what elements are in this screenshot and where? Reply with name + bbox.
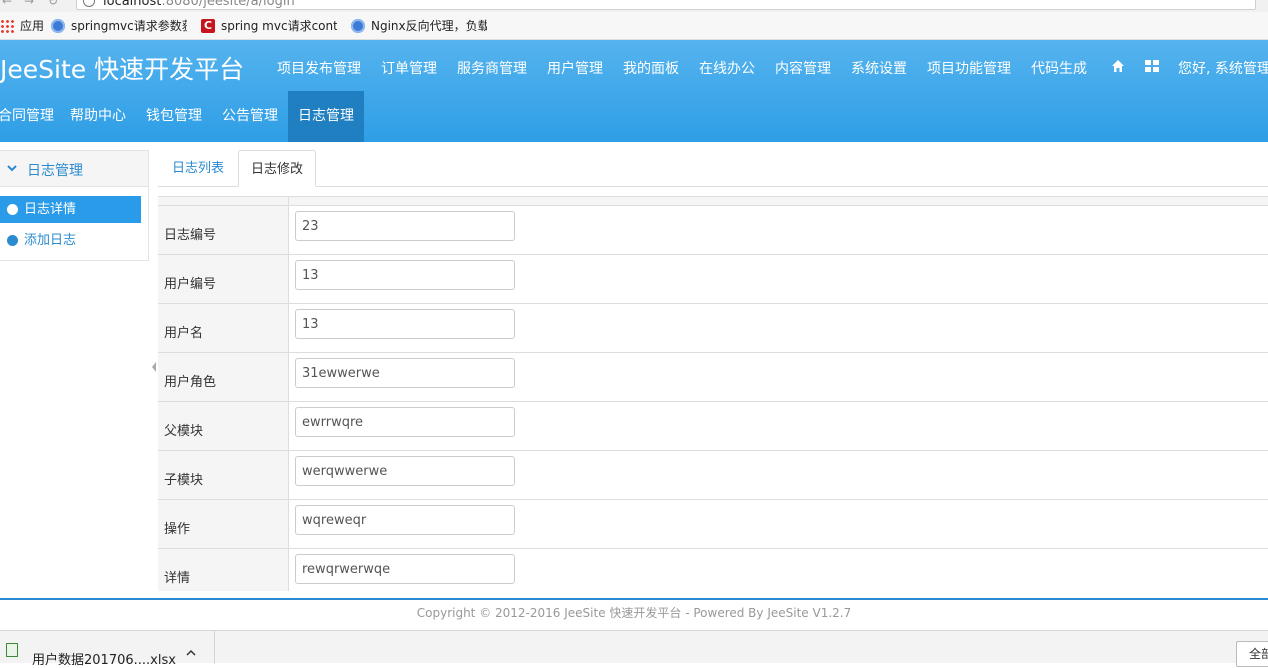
form-row-detail: 详情 — [158, 549, 1268, 591]
form-label: 用户名 — [164, 326, 204, 341]
forward-icon[interactable]: → — [24, 0, 34, 8]
form-label: 操作 — [164, 522, 191, 537]
subnav-item-contracts[interactable]: 合同管理 — [0, 91, 54, 142]
form-row-username: 用户名 — [158, 304, 1268, 353]
form-label-cell — [158, 197, 289, 205]
detail-input[interactable] — [295, 554, 515, 584]
bookmark-label: spring mvc请求contr — [221, 19, 337, 33]
nav-item-project-features[interactable]: 项目功能管理 — [927, 58, 1011, 80]
subnav-item-help[interactable]: 帮助中心 — [70, 91, 126, 142]
log-form: 日志编号 用户编号 用户名 用户角色 父模块 子模块 操作 详情 — [158, 196, 1268, 591]
bookmark-spring-mvc[interactable]: C spring mvc请求contr — [201, 12, 337, 40]
download-filename[interactable]: 用户数据201706....xlsx — [32, 649, 176, 668]
parent-module-input[interactable] — [295, 407, 515, 437]
chevron-down-icon — [7, 165, 17, 172]
nav-item-providers[interactable]: 服务商管理 — [457, 58, 527, 80]
user-greeting[interactable]: 您好, 系统管理 — [1178, 58, 1268, 78]
form-label-cell: 用户名 — [158, 304, 289, 352]
subnav-item-announcements[interactable]: 公告管理 — [222, 91, 278, 142]
back-icon[interactable]: ← — [2, 0, 12, 8]
excel-file-icon[interactable] — [6, 643, 18, 657]
form-label-cell: 详情 — [158, 549, 289, 591]
nav-item-codegen[interactable]: 代码生成 — [1031, 58, 1087, 80]
form-row-log-id: 日志编号 — [158, 206, 1268, 255]
nav-item-orders[interactable]: 订单管理 — [381, 58, 437, 80]
grid-icon[interactable] — [1145, 60, 1159, 72]
subnav-item-logs[interactable]: 日志管理 — [298, 91, 354, 142]
subnav-item-wallet[interactable]: 钱包管理 — [146, 91, 202, 142]
nav-item-project-release[interactable]: 项目发布管理 — [277, 58, 361, 80]
download-bar: 用户数据201706....xlsx 全部 — [0, 630, 1268, 668]
app-header: JeeSite 快速开发平台 项目发布管理 订单管理 服务商管理 用户管理 我的… — [0, 40, 1268, 142]
circle-arrow-right-icon — [7, 235, 18, 246]
operation-input[interactable] — [295, 505, 515, 535]
sidebar-title: 日志管理 — [27, 163, 83, 179]
sidebar-header[interactable]: 日志管理 — [0, 151, 148, 187]
sub-module-input[interactable] — [295, 456, 515, 486]
bookmark-label: Nginx反向代理，负载 — [371, 19, 487, 33]
chevron-up-icon[interactable] — [186, 649, 196, 657]
download-separator — [214, 631, 215, 664]
form-row-user-role: 用户角色 — [158, 353, 1268, 402]
sidebar-item-add-log[interactable]: 添加日志 — [0, 227, 141, 254]
form-row-user-id: 用户编号 — [158, 255, 1268, 304]
sidebar-item-log-detail[interactable]: 日志详情 — [0, 196, 141, 223]
bookmark-label: 应用 — [20, 19, 45, 33]
sidebar-item-label: 添加日志 — [24, 233, 77, 248]
form-label: 日志编号 — [164, 228, 217, 243]
nav-item-content[interactable]: 内容管理 — [775, 58, 831, 80]
tabs-divider — [158, 186, 1268, 187]
url-path: :8080/jeesite/a/login — [161, 0, 295, 9]
bookmarks-bar: 应用 springmvc请求参数获 C spring mvc请求contr Ng… — [0, 12, 1268, 40]
c-icon: C — [201, 19, 215, 33]
nav-item-online-office[interactable]: 在线办公 — [699, 58, 755, 80]
brand-title[interactable]: JeeSite 快速开发平台 — [0, 50, 244, 86]
bookmark-springmvc-params[interactable]: springmvc请求参数获 — [51, 12, 187, 40]
form-row-operation: 操作 — [158, 500, 1268, 549]
user-role-input[interactable] — [295, 358, 515, 388]
form-label-cell: 用户编号 — [158, 255, 289, 303]
form-label: 用户角色 — [164, 375, 217, 390]
nav-item-my-panel[interactable]: 我的面板 — [623, 58, 679, 80]
nav-item-users[interactable]: 用户管理 — [547, 58, 603, 80]
form-row-parent-module: 父模块 — [158, 402, 1268, 451]
globe-icon — [51, 19, 65, 33]
form-top-strip — [158, 197, 1268, 206]
globe-icon — [351, 19, 365, 33]
sidebar: 日志管理 日志详情 添加日志 — [0, 150, 149, 261]
tab-log-list[interactable]: 日志列表 — [160, 150, 236, 187]
user-id-input[interactable] — [295, 260, 515, 290]
bookmark-nginx[interactable]: Nginx反向代理，负载 — [351, 12, 487, 40]
sidebar-collapse-icon[interactable] — [150, 360, 158, 374]
copyright-footer: Copyright © 2012-2016 JeeSite 快速开发平台 - P… — [416, 606, 852, 620]
info-icon[interactable] — [83, 0, 95, 7]
form-label: 用户编号 — [164, 277, 217, 292]
form-label: 父模块 — [164, 424, 204, 439]
username-input[interactable] — [295, 309, 515, 339]
browser-nav-buttons[interactable]: ← → ↻ — [0, 0, 70, 10]
address-bar[interactable]: localhost:8080/jeesite/a/login — [76, 0, 1256, 10]
home-icon[interactable] — [1111, 59, 1125, 73]
browser-toolbar: ← → ↻ localhost:8080/jeesite/a/login — [0, 0, 1268, 12]
form-label-cell: 用户角色 — [158, 353, 289, 401]
show-all-downloads-button[interactable]: 全部 — [1236, 641, 1268, 667]
bookmark-label: springmvc请求参数获 — [71, 19, 187, 33]
form-label: 详情 — [164, 571, 191, 586]
nav-item-system-settings[interactable]: 系统设置 — [851, 58, 907, 80]
circle-arrow-right-icon — [7, 204, 18, 215]
url-host: localhost — [103, 0, 162, 9]
form-label-cell: 日志编号 — [158, 206, 289, 254]
sidebar-item-label: 日志详情 — [24, 202, 77, 217]
form-label: 子模块 — [164, 473, 204, 488]
log-id-input[interactable] — [295, 211, 515, 241]
tab-log-edit[interactable]: 日志修改 — [238, 150, 316, 187]
form-row-sub-module: 子模块 — [158, 451, 1268, 500]
reload-icon[interactable]: ↻ — [48, 0, 58, 8]
bookmark-apps[interactable]: 应用 — [0, 12, 46, 40]
apps-icon — [0, 19, 14, 33]
form-label-cell: 操作 — [158, 500, 289, 548]
form-label-cell: 子模块 — [158, 451, 289, 499]
form-label-cell: 父模块 — [158, 402, 289, 450]
